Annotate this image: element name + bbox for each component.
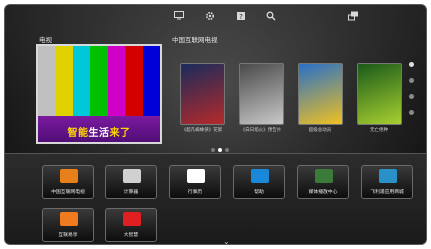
- tv-banner: 智能 生活 来了: [38, 116, 160, 142]
- color-bar: [125, 46, 143, 116]
- help-icon[interactable]: ?: [234, 11, 248, 25]
- tv-section-label: 电视: [39, 36, 52, 44]
- banner-text-a: 智能: [67, 127, 89, 139]
- pager-dot[interactable]: [409, 78, 414, 83]
- pager-dot[interactable]: [409, 110, 414, 115]
- tv-screen: ? 电视 智能 生活 来了 中国互联网电视 《超凡蜘蛛侠》花絮 《白日焰火》预告…: [4, 4, 427, 245]
- app-help[interactable]: 帮助: [233, 165, 285, 199]
- color-bar: [55, 46, 73, 116]
- app-calendar[interactable]: 行事历: [169, 165, 221, 199]
- gear-icon[interactable]: [203, 11, 217, 25]
- movie-poster-4[interactable]: [357, 63, 402, 125]
- app-label: 行事历: [187, 190, 203, 195]
- pager-dot[interactable]: [225, 148, 229, 152]
- app-label: 中国互联网电视: [51, 190, 85, 195]
- tv-icon[interactable]: [172, 11, 186, 25]
- tv-preview[interactable]: 智能 生活 来了: [36, 44, 162, 144]
- dazhihui-icon: [123, 212, 141, 226]
- internet-tv-icon: [60, 169, 78, 183]
- media-center-icon: [315, 169, 333, 183]
- app-label: 大智慧: [123, 233, 139, 238]
- chevron-down-icon[interactable]: ⌄: [223, 237, 230, 244]
- internet-tv-section-label: 中国互联网电视: [172, 36, 218, 44]
- app-store[interactable]: 飞利浦应用商城: [361, 165, 413, 199]
- calculator-icon: [123, 169, 141, 183]
- help-app-icon: [251, 169, 269, 183]
- movie-poster-1[interactable]: [180, 63, 225, 125]
- app-label: 互联易享: [58, 233, 78, 238]
- banner-text-c: 来了: [109, 127, 131, 139]
- app-label: 媒体播放中心: [308, 190, 338, 195]
- app-shelf: 中国互联网电视 计算器 行事历 帮助 媒体播放中心 飞利浦应用商城 互联易享 大…: [5, 153, 426, 244]
- color-bar: [90, 46, 108, 116]
- pager-dot[interactable]: [211, 148, 215, 152]
- calendar-icon: [187, 169, 205, 183]
- share-icon: [60, 212, 78, 226]
- movie-caption-1: 《超凡蜘蛛侠》花絮: [181, 128, 223, 133]
- app-label: 计算器: [123, 190, 139, 195]
- movie-caption-3: 超级总动员: [308, 128, 332, 133]
- color-bar: [72, 46, 91, 116]
- movie-poster-2[interactable]: [239, 63, 284, 125]
- app-media-center[interactable]: 媒体播放中心: [297, 165, 349, 199]
- app-calculator[interactable]: 计算器: [105, 165, 157, 199]
- pager-dot[interactable]: [409, 62, 414, 67]
- vertical-pager: [409, 62, 414, 126]
- app-internet-tv[interactable]: 中国互联网电视: [42, 165, 94, 199]
- app-dazhihui[interactable]: 大智慧: [105, 208, 157, 242]
- color-bar: [107, 46, 126, 116]
- app-label: 飞利浦应用商城: [370, 190, 404, 195]
- screen-share-icon[interactable]: [346, 11, 360, 25]
- top-toolbar: ?: [5, 11, 426, 27]
- search-icon[interactable]: [264, 11, 278, 25]
- svg-text:?: ?: [239, 13, 243, 21]
- movie-caption-2: 《白日焰火》预告片: [240, 128, 282, 133]
- horizontal-pager: [211, 148, 229, 152]
- color-bars: [38, 46, 160, 116]
- pager-dot[interactable]: [218, 148, 222, 152]
- app-label: 帮助: [254, 190, 264, 195]
- color-bar: [142, 46, 160, 116]
- pager-dot[interactable]: [409, 94, 414, 99]
- movie-poster-3[interactable]: [298, 63, 343, 125]
- app-share[interactable]: 互联易享: [42, 208, 94, 242]
- color-bar: [38, 46, 56, 116]
- app-store-icon: [379, 169, 397, 183]
- banner-text-b: 生活: [88, 127, 110, 139]
- movie-caption-4: 无亡绝种: [370, 128, 388, 133]
